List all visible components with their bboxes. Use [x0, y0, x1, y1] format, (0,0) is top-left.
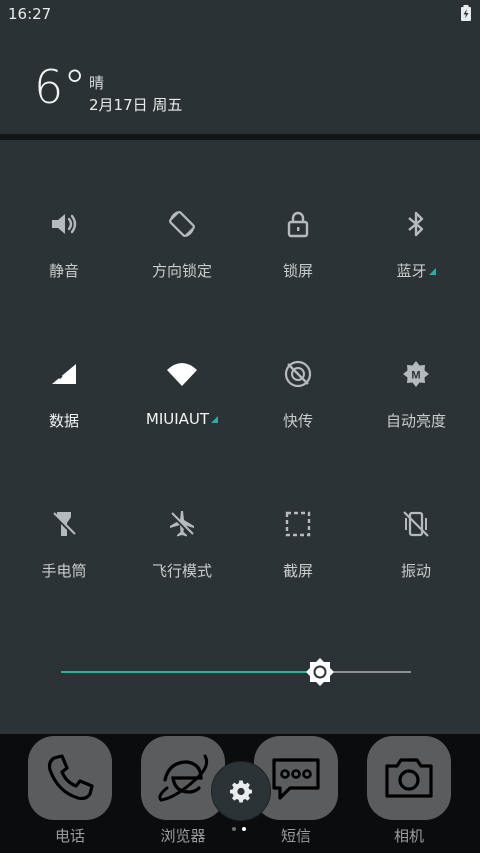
- vibrate-icon: [403, 511, 429, 537]
- browser-icon: [158, 754, 209, 802]
- status-time: 16:27: [8, 5, 52, 23]
- temperature: 6°: [34, 60, 87, 114]
- tile-rotation-lock[interactable]: 方向锁定: [122, 208, 242, 328]
- date-label: 2月17日 周五: [89, 96, 183, 114]
- volume-icon: [52, 214, 77, 234]
- tile-bluetooth[interactable]: 蓝牙: [356, 208, 476, 328]
- camera-icon: [385, 758, 433, 798]
- settings-button[interactable]: [211, 761, 271, 821]
- rotation-lock-icon: [169, 211, 195, 237]
- tile-label: 方向锁定: [151, 262, 212, 280]
- status-bar: 16:27: [0, 0, 480, 28]
- phone-icon: [47, 754, 94, 801]
- tile-label: MIUIAUT: [122, 410, 242, 428]
- gear-icon: [230, 780, 252, 803]
- tile-flashlight[interactable]: 手电筒: [4, 508, 124, 628]
- auto-brightness-icon: M: [403, 361, 429, 387]
- bluetooth-icon: [408, 211, 424, 237]
- sms-icon: [272, 758, 320, 800]
- tile-mute[interactable]: 静音: [4, 208, 124, 328]
- tile-lock-screen[interactable]: 锁屏: [238, 208, 358, 328]
- tile-label: 飞行模式: [151, 562, 212, 580]
- app-label: 相机: [393, 827, 424, 845]
- tile-fast-share[interactable]: 快传: [238, 358, 358, 478]
- tile-label: 数据: [48, 412, 79, 430]
- app-label: 电话: [54, 827, 85, 845]
- brightness-slider[interactable]: [61, 658, 411, 686]
- tile-label: 蓝牙: [356, 260, 476, 281]
- tile-label: 锁屏: [282, 262, 313, 280]
- app-icon-tile: [367, 736, 451, 820]
- tile-wifi[interactable]: MIUIAUT: [122, 358, 242, 478]
- flashlight-icon: [51, 512, 77, 538]
- weather-header[interactable]: 6° 晴 2月17日 周五: [0, 28, 480, 134]
- tile-label: 手电筒: [41, 562, 87, 580]
- app-label: 短信: [280, 827, 311, 845]
- tile-label: 截屏: [282, 562, 313, 580]
- tile-mobile-data[interactable]: 数据: [4, 358, 124, 478]
- wifi-icon: [167, 363, 197, 386]
- tile-screenshot[interactable]: 截屏: [238, 508, 358, 628]
- tile-vibrate[interactable]: 振动: [356, 508, 476, 628]
- svg-text:M: M: [411, 370, 420, 382]
- expand-indicator-icon: [211, 416, 219, 423]
- mobile-data-icon: [52, 364, 76, 384]
- brightness-slider-fill: [61, 671, 320, 673]
- page-dot: [242, 827, 246, 831]
- battery-charging-icon: [461, 5, 471, 21]
- brightness-thumb-icon[interactable]: [305, 657, 335, 687]
- tile-airplane-mode[interactable]: 飞行模式: [122, 508, 242, 628]
- tile-label: 快传: [282, 412, 313, 430]
- page-indicator: [232, 827, 252, 833]
- quick-settings-panel: 静音 方向锁定 锁屏 蓝牙 数据 MIUIAUT 快传 M 自动亮度 手电筒 飞…: [0, 140, 480, 734]
- lock-icon: [287, 211, 309, 238]
- tile-auto-brightness[interactable]: M 自动亮度: [356, 358, 476, 478]
- tile-label: 自动亮度: [385, 412, 446, 430]
- tile-label: 静音: [48, 262, 79, 280]
- app-label: 浏览器: [160, 827, 206, 845]
- app-icon-tile: [141, 736, 225, 820]
- dock-app-phone[interactable]: 电话: [27, 736, 113, 846]
- tile-label: 振动: [400, 562, 431, 580]
- page-dot: [232, 827, 236, 831]
- app-icon-tile: [28, 736, 112, 820]
- dock-app-camera[interactable]: 相机: [366, 736, 452, 846]
- expand-indicator-icon: [428, 268, 436, 275]
- weather-condition: 晴: [89, 74, 105, 92]
- airplane-icon: [169, 511, 195, 538]
- screenshot-icon: [285, 511, 311, 537]
- fast-share-icon: [284, 360, 312, 388]
